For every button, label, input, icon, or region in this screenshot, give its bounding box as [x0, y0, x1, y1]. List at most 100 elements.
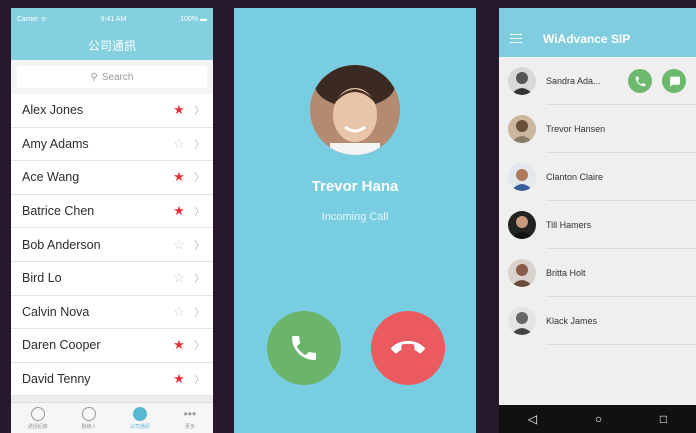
list-item[interactable]: Batrice Chen ★ 〉	[11, 195, 213, 229]
nav-bar: 公司通訊	[11, 30, 213, 60]
list-item[interactable]: Daren Cooper ★ 〉	[11, 329, 213, 363]
chevron-right-icon: 〉	[194, 306, 205, 319]
favorite-star-icon[interactable]: ★	[172, 371, 186, 387]
list-item[interactable]: Britta Holt	[499, 249, 696, 297]
contact-name: Sandra Ada...	[546, 76, 601, 86]
contact-name: Trevor Hansen	[546, 124, 606, 134]
list-item[interactable]: Bird Lo ☆ 〉	[11, 262, 213, 296]
list-item[interactable]: Clanton Claire	[499, 153, 696, 201]
chevron-right-icon: 〉	[194, 374, 205, 387]
message-button[interactable]	[662, 69, 686, 93]
android-sip-screen: WiAdvance SIP Sandra Ada... Trevor Hanse…	[499, 8, 696, 433]
favorite-star-icon[interactable]: ★	[172, 337, 186, 353]
contact-name: Ace Wang	[22, 170, 80, 185]
contact-list: Alex Jones ★ 〉 Amy Adams ☆ 〉 Ace Wang ★ 〉 Batrice…	[11, 94, 213, 397]
favorite-star-icon[interactable]: ★	[172, 203, 186, 219]
answer-button[interactable]	[267, 311, 341, 385]
phone-icon	[635, 76, 645, 86]
phone-icon	[292, 336, 316, 360]
chat-icon	[669, 76, 680, 87]
recents-icon[interactable]: □	[660, 412, 667, 426]
avatar	[508, 163, 536, 191]
menu-icon[interactable]	[510, 31, 522, 46]
list-item[interactable]: Trevor Hansen	[499, 105, 696, 153]
contact-name: David Tenny	[22, 372, 91, 387]
chevron-right-icon: 〉	[194, 239, 205, 252]
contact-name: Daren Cooper	[22, 338, 101, 353]
clock: 9:41 AM	[100, 15, 127, 23]
avatar	[508, 259, 536, 287]
contact-name: Bird Lo	[22, 271, 62, 286]
status-bar	[499, 8, 696, 20]
search-placeholder: Search	[101, 71, 134, 83]
tab-more[interactable]: ••• 更多	[184, 407, 197, 430]
list-item[interactable]: Sandra Ada...	[499, 57, 696, 105]
list-item[interactable]: Klack James	[499, 297, 696, 345]
contact-name: Calvin Nova	[22, 304, 90, 319]
app-title: WiAdvance SIP	[543, 31, 631, 46]
page-title: 公司通訊	[87, 38, 136, 53]
favorite-star-icon[interactable]: ☆	[172, 136, 186, 152]
contact-name: Batrice Chen	[22, 204, 95, 219]
android-nav-bar: ◁ ○ □	[499, 405, 696, 433]
avatar	[508, 67, 536, 95]
favorite-star-icon[interactable]: ★	[172, 102, 186, 118]
favorite-star-icon[interactable]: ★	[172, 169, 186, 185]
call-button[interactable]	[628, 69, 652, 93]
app-bar: WiAdvance SIP	[499, 20, 696, 57]
chevron-right-icon: 〉	[194, 340, 205, 353]
tab-company-directory[interactable]: 公司通訊	[129, 406, 150, 430]
contact-name: Bob Anderson	[22, 237, 101, 252]
tab-bar: 通話紀錄 聯絡人 公司通訊 ••• 更多	[11, 402, 213, 433]
avatar	[508, 307, 536, 335]
ios-contacts-screen: Carrier ᯤ 9:41 AM 100% ▬ 公司通訊 ⚲ Search A…	[11, 8, 213, 433]
home-icon[interactable]: ○	[595, 412, 602, 426]
battery-indicator: 100% ▬	[180, 15, 207, 23]
search-area: ⚲ Search	[11, 60, 213, 94]
incoming-call-screen: Trevor Hana Incoming Call	[234, 8, 476, 433]
contact-name: Britta Holt	[546, 268, 586, 278]
chevron-right-icon: 〉	[194, 105, 205, 118]
chevron-right-icon: 〉	[194, 138, 205, 151]
hang-up-icon	[391, 340, 425, 354]
list-item[interactable]: Ace Wang ★ 〉	[11, 161, 213, 195]
list-item[interactable]: Amy Adams ☆ 〉	[11, 128, 213, 162]
contact-name: Amy Adams	[22, 136, 89, 151]
contact-name: Klack James	[546, 316, 598, 326]
caller-avatar	[310, 65, 400, 155]
list-item[interactable]: David Tenny ★ 〉	[11, 363, 213, 397]
chevron-right-icon: 〉	[194, 273, 205, 286]
contact-name: Alex Jones	[22, 103, 84, 118]
favorite-star-icon[interactable]: ☆	[172, 270, 186, 286]
status-bar: Carrier ᯤ 9:41 AM 100% ▬	[11, 8, 213, 30]
chevron-right-icon: 〉	[194, 206, 205, 219]
tab-call-history[interactable]: 通話紀錄	[27, 406, 48, 430]
tab-label: 公司通訊	[129, 423, 150, 430]
favorite-star-icon[interactable]: ☆	[172, 237, 186, 253]
list-item[interactable]: Bob Anderson ☆ 〉	[11, 228, 213, 262]
chevron-right-icon: 〉	[194, 172, 205, 185]
person-icon	[81, 406, 96, 421]
list-item[interactable]: Till Hamers	[499, 201, 696, 249]
directory-icon	[132, 406, 147, 421]
avatar	[508, 115, 536, 143]
clock-icon	[30, 406, 45, 421]
carrier-label: Carrier ᯤ	[17, 15, 47, 23]
tab-label: 聯絡人	[81, 423, 97, 430]
caller-name: Trevor Hana	[311, 178, 399, 195]
back-icon[interactable]: ◁	[528, 412, 537, 426]
contact-name: Clanton Claire	[546, 172, 604, 182]
list-item[interactable]: Calvin Nova ☆ 〉	[11, 296, 213, 330]
list-item[interactable]: Alex Jones ★ 〉	[11, 94, 213, 128]
tab-label: 通話紀錄	[27, 423, 48, 430]
contact-name: Till Hamers	[546, 220, 592, 230]
call-status: Incoming Call	[321, 211, 389, 223]
avatar	[508, 211, 536, 239]
more-icon: •••	[183, 406, 197, 421]
sip-contact-list: Sandra Ada... Trevor Hansen Clanton Clai…	[499, 57, 696, 345]
favorite-star-icon[interactable]: ☆	[172, 304, 186, 320]
search-icon: ⚲	[90, 71, 98, 83]
search-input[interactable]: ⚲ Search	[17, 66, 207, 88]
tab-contacts[interactable]: 聯絡人	[81, 406, 97, 430]
decline-button[interactable]	[371, 311, 445, 385]
